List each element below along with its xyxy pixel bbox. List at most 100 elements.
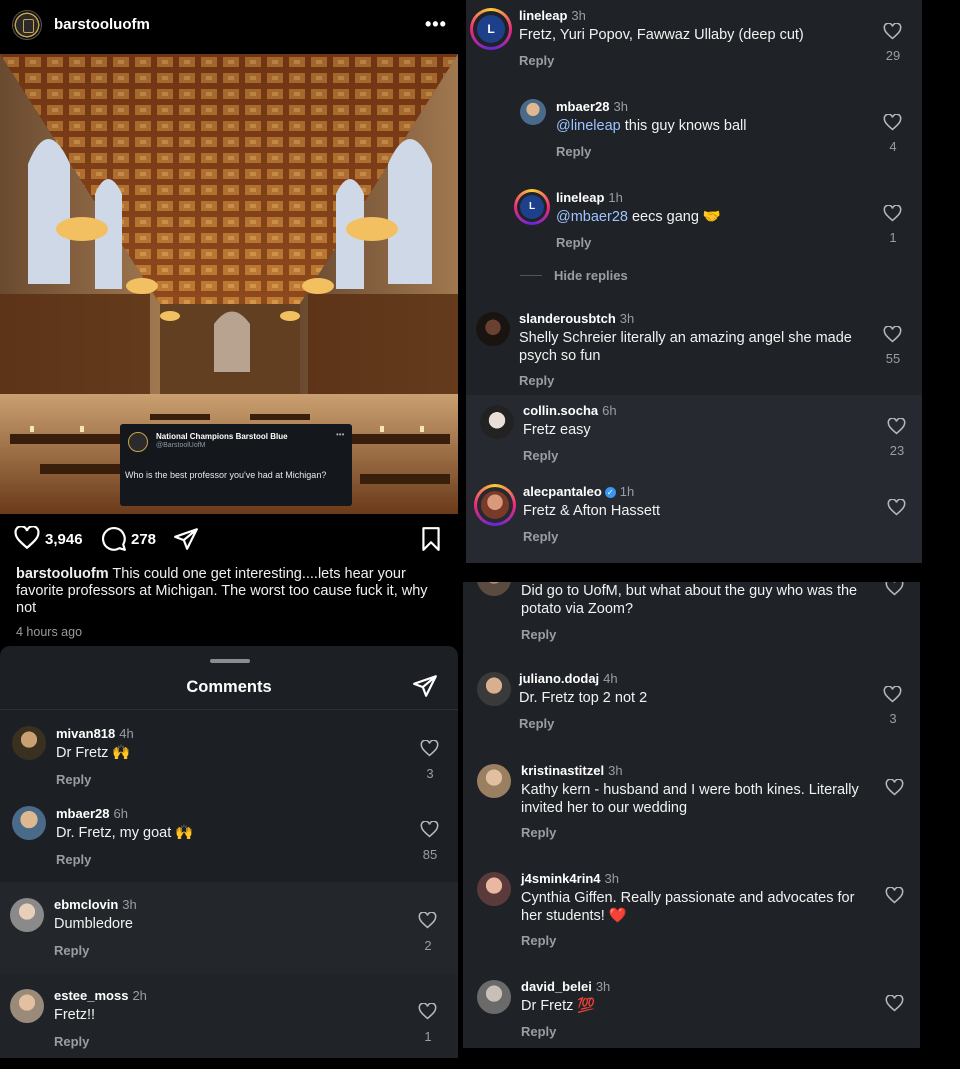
heart-icon[interactable] [418,1003,437,1020]
username-text[interactable]: ebmclovin [54,897,118,912]
reply-button[interactable]: Reply [519,373,554,388]
mention-link[interactable]: @mbaer28 [556,209,628,225]
comment-username[interactable]: ebmclovin 3h [54,897,137,912]
username-text[interactable]: alecpantaleo [523,484,602,499]
heart-icon[interactable] [887,418,906,435]
comment-icon[interactable] [101,526,127,552]
avatar[interactable]: L [470,8,512,50]
comment-username[interactable]: juliano.dodaj 4h [519,671,618,686]
username-text[interactable]: mbaer28 [56,806,109,821]
reply-button[interactable]: Reply [521,1024,556,1039]
username-text[interactable]: slanderousbtch [519,311,616,326]
comment-username[interactable]: j4smink4rin4 3h [521,871,619,886]
reply-button[interactable]: Reply [556,144,591,159]
heart-icon[interactable] [883,23,902,40]
avatar[interactable] [476,312,510,346]
avatar[interactable] [477,582,511,596]
hide-replies-button[interactable]: Hide replies [554,268,628,283]
comment-username[interactable]: mivan818 4h [56,726,134,741]
text-part: this guy knows ball [620,118,747,134]
comment-username[interactable]: slanderousbtch 3h [519,311,634,326]
username-text[interactable]: j4smink4rin4 [521,871,601,886]
post-username[interactable]: barstooluofm [54,16,150,33]
reply-button[interactable]: Reply [54,943,89,958]
avatar[interactable] [477,672,511,706]
comment-item: mivan818 4h Dr Fretz 🙌 Reply 3 [0,716,458,796]
heart-icon[interactable] [420,740,439,757]
comment-text: Fretz easy [523,422,591,438]
comment-username[interactable]: lineleap 1h [556,190,623,205]
reply-button[interactable]: Reply [56,772,91,787]
heart-icon[interactable] [883,686,902,703]
username-text[interactable]: lineleap [556,190,604,205]
heart-icon[interactable] [418,912,437,929]
caption-username[interactable]: barstooluofm [16,566,109,582]
avatar[interactable] [477,764,511,798]
heart-icon[interactable] [885,582,904,596]
avatar[interactable] [520,99,546,125]
avatar[interactable] [477,872,511,906]
comment-username[interactable]: mbaer28 6h [56,806,128,821]
comment-text: Shelly Schreier literally an amazing ang… [519,330,852,364]
reply-button[interactable]: Reply [54,1034,89,1049]
avatar[interactable] [474,484,516,526]
comment-text: Dr Fretz 🙌 [56,745,131,761]
account-avatar[interactable] [12,10,42,40]
heart-icon[interactable] [887,499,906,516]
reply-button[interactable]: Reply [521,627,556,642]
avatar[interactable] [477,980,511,1014]
heart-icon[interactable] [420,821,439,838]
bookmark-icon[interactable] [420,526,442,552]
avatar[interactable] [12,806,46,840]
heart-icon[interactable] [883,205,902,222]
heart-icon[interactable] [885,995,904,1012]
username-text[interactable]: kristinastitzel [521,763,604,778]
heart-icon[interactable] [883,326,902,343]
comment-item: ebmclovin 3h Dumbledore Reply 2 [0,888,458,968]
reply-button[interactable]: Reply [521,825,556,840]
comment-username[interactable]: collin.socha 6h [523,403,617,418]
reply-button[interactable]: Reply [556,235,591,250]
comment-username[interactable]: mbaer28 3h [556,99,628,114]
reply-button[interactable]: Reply [523,529,558,544]
heart-icon[interactable] [14,526,40,550]
comment-username[interactable]: lineleap 3h [519,8,586,23]
send-icon[interactable] [412,673,438,699]
username-text[interactable]: collin.socha [523,403,598,418]
comment-item: kristinastitzel 3h Kathy kern - husband a… [463,756,920,846]
username-text[interactable]: juliano.dodaj [519,671,599,686]
more-icon[interactable]: ••• [425,14,447,35]
reply-button[interactable]: Reply [519,716,554,731]
comment-time: 1h [608,190,623,205]
mention-link[interactable]: @lineleap [556,118,621,134]
username-text[interactable]: lineleap [519,8,567,23]
text-part: eecs gang 🤝 [627,209,721,225]
reply-item: mbaer28 3h @lineleap this guy knows ball … [466,92,922,172]
avatar[interactable] [480,405,514,439]
username-text[interactable]: david_belei [521,979,592,994]
like-count: 2 [424,938,432,953]
avatar[interactable] [12,726,46,760]
reply-button[interactable]: Reply [523,448,558,463]
heart-icon[interactable] [883,114,902,131]
comment-username[interactable]: alecpantaleo ✓ 1h [523,484,634,499]
comment-username[interactable]: estee_moss 2h [54,988,147,1003]
reply-button[interactable]: Reply [519,53,554,68]
reply-button[interactable]: Reply [56,852,91,867]
heart-icon[interactable] [885,779,904,796]
comment-text: Dumbledore [54,916,133,932]
comment-username[interactable]: david_belei 3h [521,979,610,994]
comment-text: Did go to UofM, but what about the guy w… [521,583,858,617]
heart-icon[interactable] [885,887,904,904]
avatar[interactable] [10,989,44,1023]
username-text[interactable]: mbaer28 [556,99,609,114]
comment-username[interactable]: kristinastitzel 3h [521,763,623,778]
tweet-text: Who is the best professor you've had at … [125,470,327,480]
avatar[interactable]: L [514,189,550,225]
username-text[interactable]: estee_moss [54,988,128,1003]
avatar[interactable] [10,898,44,932]
send-icon[interactable] [173,526,199,552]
drag-handle[interactable] [210,659,250,663]
username-text[interactable]: mivan818 [56,726,115,741]
reply-button[interactable]: Reply [521,933,556,948]
